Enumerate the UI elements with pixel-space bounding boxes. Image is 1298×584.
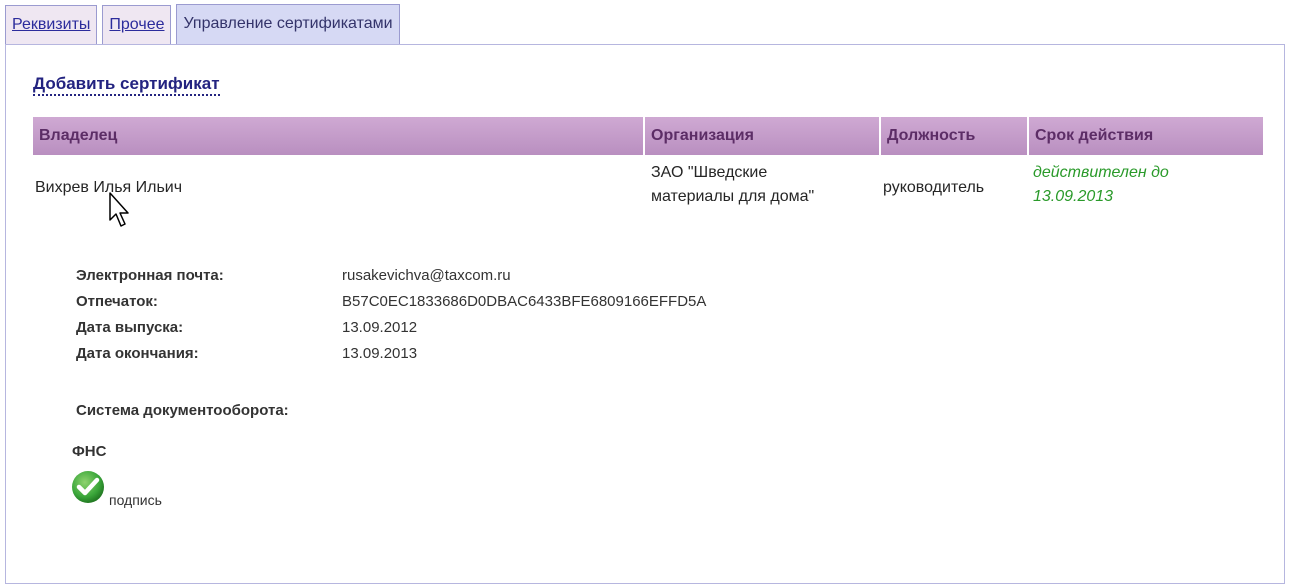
detail-row-issue-date: Дата выпуска: 13.09.2012 (76, 314, 706, 340)
column-header-organization[interactable]: Организация (645, 117, 881, 155)
detail-label: Отпечаток: (76, 292, 158, 310)
check-icon (72, 471, 104, 503)
certificate-details: Электронная почта: rusakevichva@taxcom.r… (76, 262, 706, 366)
mouse-cursor-icon (109, 192, 129, 227)
validity-cell: действителен до 13.09.2013 (1029, 161, 1263, 221)
detail-value: 13.09.2012 (342, 318, 418, 336)
column-header-validity[interactable]: Срок действия (1029, 117, 1263, 155)
detail-row-expiry-date: Дата окончания: 13.09.2013 (76, 340, 706, 366)
detail-label: Электронная почта: (76, 266, 224, 284)
tab-requisites[interactable]: Реквизиты (5, 5, 98, 44)
tab-other[interactable]: Прочее (102, 5, 172, 44)
detail-value: 13.09.2013 (342, 344, 418, 362)
tab-bar: Реквизиты Прочее Управление сертификатам… (5, 4, 405, 44)
detail-row-thumbprint: Отпечаток: B57C0EC1833686D0DBAC6433BFE68… (76, 288, 706, 314)
detail-value: B57C0EC1833686D0DBAC6433BFE6809166EFFD5A (342, 292, 707, 310)
signature-label: подпись (109, 492, 162, 508)
organization-cell: ЗАО "Шведские материалы для дома" (645, 161, 881, 221)
add-certificate-link[interactable]: Добавить сертификат (33, 74, 220, 96)
column-header-position[interactable]: Должность (881, 117, 1029, 155)
system-name: ФНС (72, 443, 107, 460)
tab-certificate-management[interactable]: Управление сертификатами (176, 4, 400, 44)
validity-line: 13.09.2013 (1033, 188, 1114, 205)
organization-line: ЗАО "Шведские (651, 164, 768, 181)
organization-line: материалы для дома" (651, 188, 815, 205)
detail-value: rusakevichva@taxcom.ru (342, 266, 511, 284)
detail-label: Дата выпуска: (76, 318, 184, 336)
detail-label: Дата окончания: (76, 344, 199, 362)
table-row[interactable]: Вихрев Илья Ильич ЗАО "Шведские материал… (33, 161, 1263, 221)
document-system-label: Система документооборота: (76, 402, 289, 419)
detail-row-email: Электронная почта: rusakevichva@taxcom.r… (76, 262, 706, 288)
position-cell: руководитель (883, 179, 985, 196)
table-header: Владелец Организация Должность Срок дейс… (33, 117, 1263, 155)
column-header-owner[interactable]: Владелец (33, 117, 645, 155)
validity-line: действителен до (1033, 164, 1169, 181)
